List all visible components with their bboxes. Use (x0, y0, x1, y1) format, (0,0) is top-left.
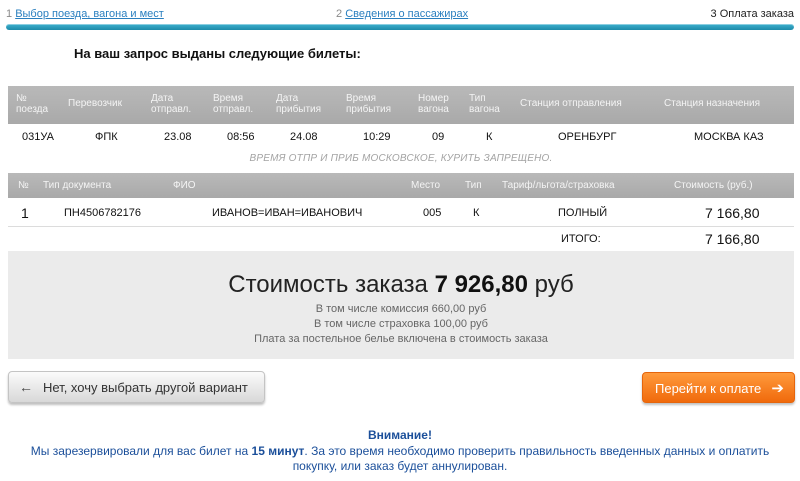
total-label: ИТОГО: (561, 233, 601, 245)
dep-time: 08:56 (227, 131, 255, 143)
total-row: ИТОГО: 7 166,80 (8, 227, 794, 251)
warning-text: Мы зарезервировали для вас билет на 15 м… (0, 444, 800, 474)
header-dep-date: Дата отправл. (151, 93, 192, 115)
passenger-name: ИВАНОВ=ИВАН=ИВАНОВИЧ (212, 207, 363, 219)
header-carrier: Перевозчик (68, 98, 122, 109)
commission-line: В том числе комиссия 660,00 руб (315, 303, 487, 315)
passenger-row: 1 ПН4506782176 ИВАНОВ=ИВАН=ИВАНОВИЧ 005 … (8, 200, 794, 226)
car-type: К (486, 131, 493, 143)
proceed-to-payment-button[interactable]: Перейти к оплате ➔ (642, 372, 795, 403)
to-station: МОСКВА КАЗ (694, 131, 764, 143)
header-dep-time: Время отправл. (213, 93, 254, 115)
header-doc-type: Тип документа (43, 180, 112, 191)
passenger-doc: ПН4506782176 (64, 207, 142, 219)
from-station: ОРЕНБУРГ (558, 131, 617, 143)
total-value: 7 166,80 (705, 231, 760, 247)
header-car-number: Номер вагона (418, 93, 449, 115)
choose-other-button[interactable]: ← Нет, хочу выбрать другой вариант (8, 371, 265, 403)
step-1-link[interactable]: Выбор поезда, вагона и мест (15, 8, 164, 20)
warning-text-line2: покупку, или заказ будет аннулирован. (292, 459, 508, 473)
train-table-header: № поезда Перевозчик Дата отправл. Время … (8, 86, 794, 124)
header-train-number: № поезда (16, 93, 49, 115)
checkout-steps: 1 Выбор поезда, вагона и мест 2 Сведения… (6, 6, 794, 26)
warning-text-after: . За это время необходимо проверить прав… (304, 444, 770, 458)
warning-text-before: Мы зарезервировали для вас билет на (30, 444, 249, 458)
step-2[interactable]: 2 Сведения о пассажирах (336, 8, 468, 20)
passenger-type: К (473, 207, 480, 219)
header-to-station: Станция назначения (664, 98, 760, 109)
passenger-table-header: № Тип документа ФИО Место Тип Тариф/льго… (8, 173, 794, 198)
header-arr-date: Дата прибытия (276, 93, 322, 115)
header-seat: Место (411, 180, 441, 191)
dep-date: 23.08 (164, 131, 192, 143)
step-3-label: Оплата заказа (719, 8, 794, 20)
passenger-cost: 7 166,80 (705, 205, 760, 221)
order-cost-title: Стоимость заказа 7 926,80 руб (8, 271, 794, 299)
arrow-right-icon: ➔ (771, 380, 784, 397)
insurance-line: В том числе страховка 100,00 руб (314, 318, 488, 330)
step-1[interactable]: 1 Выбор поезда, вагона и мест (6, 8, 164, 20)
order-cost-label: Стоимость заказа (228, 271, 428, 298)
header-arr-time: Время прибытия (346, 93, 392, 115)
step-3-current: 3 Оплата заказа (711, 8, 794, 20)
order-cost-currency: руб (534, 271, 574, 298)
car-number: 09 (432, 131, 445, 143)
header-from-station: Станция отправления (520, 98, 622, 109)
warning-title: Внимание! (368, 428, 432, 442)
proceed-to-payment-label: Перейти к оплате (655, 381, 762, 396)
passenger-seat: 005 (423, 207, 442, 219)
header-cost: Стоимость (руб.) (674, 180, 753, 191)
passenger-tariff: ПОЛНЫЙ (558, 207, 608, 219)
bedding-line: Плата за постельное белье включена в сто… (254, 333, 548, 345)
step-2-number: 2 (336, 8, 343, 20)
step-2-link[interactable]: Сведения о пассажирах (345, 8, 468, 20)
carrier: ФПК (95, 131, 118, 143)
train-row: 031УА ФПК 23.08 08:56 24.08 10:29 09 К О… (8, 124, 794, 150)
header-num: № (18, 180, 29, 191)
arr-time: 10:29 (363, 131, 391, 143)
progress-bar (6, 24, 794, 30)
header-type: Тип (465, 180, 482, 191)
arrow-left-icon: ← (19, 379, 33, 395)
warning-duration: 15 минут (251, 444, 305, 458)
step-1-number: 1 (6, 8, 13, 20)
order-cost-amount: 7 926,80 (434, 271, 528, 298)
order-cost-panel: Стоимость заказа 7 926,80 руб В том числ… (8, 251, 794, 359)
passenger-num: 1 (21, 205, 29, 221)
train-note: ВРЕМЯ ОТПР И ПРИБ МОСКОВСКОЕ, КУРИТЬ ЗАП… (249, 153, 553, 164)
step-3-number: 3 (710, 8, 717, 20)
header-full-name: ФИО (173, 180, 196, 191)
choose-other-label: Нет, хочу выбрать другой вариант (43, 380, 248, 395)
header-car-type: Тип вагона (469, 93, 500, 115)
header-tariff: Тариф/льгота/страховка (502, 180, 615, 191)
page-heading: На ваш запрос выданы следующие билеты: (74, 46, 361, 61)
arr-date: 24.08 (290, 131, 318, 143)
train-number: 031УА (22, 131, 54, 143)
